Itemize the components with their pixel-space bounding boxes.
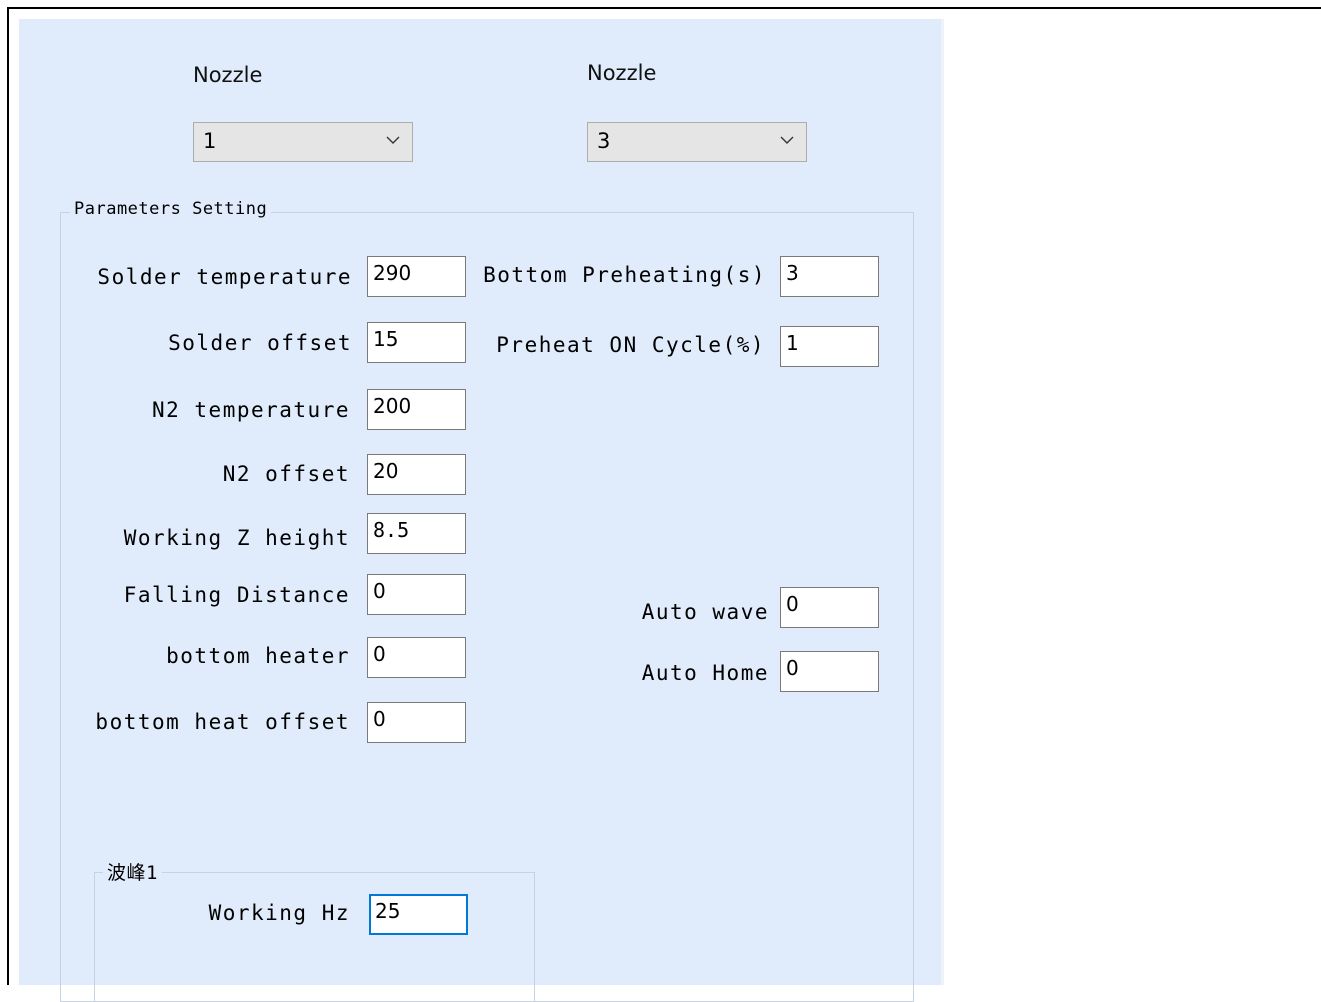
solder-offset-input[interactable]: 15 <box>367 322 466 363</box>
bottom-preheating-input[interactable]: 3 <box>780 256 879 297</box>
nozzle-right-select[interactable]: 3 <box>587 122 807 162</box>
chevron-down-icon <box>386 136 400 144</box>
bottom-heat-offset-label: bottom heat offset <box>95 710 350 734</box>
parameters-group-title: Parameters Setting <box>70 199 272 219</box>
falling-distance-input[interactable]: 0 <box>367 574 466 615</box>
auto-wave-label: Auto wave <box>641 600 769 624</box>
chevron-down-icon <box>780 136 794 144</box>
bottom-preheating-label: Bottom Preheating(s) <box>483 263 766 287</box>
falling-distance-label: Falling Distance <box>123 583 350 607</box>
n2-temperature-label: N2 temperature <box>151 398 350 422</box>
n2-offset-label: N2 offset <box>222 462 350 486</box>
n2-offset-input[interactable]: 20 <box>367 454 466 495</box>
nozzle-left-select[interactable]: 1 <box>193 122 413 162</box>
bottom-heater-input[interactable]: 0 <box>367 637 466 678</box>
auto-home-input[interactable]: 0 <box>780 651 879 692</box>
bottom-heater-label: bottom heater <box>166 644 350 668</box>
window-frame-top <box>7 7 1321 9</box>
preheat-on-cycle-input[interactable]: 1 <box>780 326 879 367</box>
auto-wave-input[interactable]: 0 <box>780 587 879 628</box>
working-hz-label: Working Hz <box>208 901 350 925</box>
window-frame-left <box>7 7 9 985</box>
nozzle-left-label: Nozzle <box>193 63 263 87</box>
working-z-height-input[interactable]: 8.5 <box>367 513 466 554</box>
solder-temperature-label: Solder temperature <box>97 265 352 289</box>
wave-group <box>94 872 535 1002</box>
preheat-on-cycle-label: Preheat ON Cycle(%) <box>496 333 765 357</box>
nozzle-right-label: Nozzle <box>587 61 657 85</box>
solder-offset-label: Solder offset <box>168 331 352 355</box>
solder-temperature-input[interactable]: 290 <box>367 256 466 297</box>
working-z-height-label: Working Z height <box>123 526 350 550</box>
nozzle-left-value: 1 <box>203 129 217 153</box>
nozzle-right-value: 3 <box>597 129 611 153</box>
n2-temperature-input[interactable]: 200 <box>367 389 466 430</box>
wave-group-title: 波峰1 <box>103 858 162 885</box>
panel-edge <box>941 19 944 985</box>
auto-home-label: Auto Home <box>641 661 769 685</box>
working-hz-input[interactable]: 25 <box>369 894 468 935</box>
settings-panel: Nozzle Nozzle 1 3 Parameters Setting Sol… <box>19 19 941 1002</box>
bottom-heat-offset-input[interactable]: 0 <box>367 702 466 743</box>
